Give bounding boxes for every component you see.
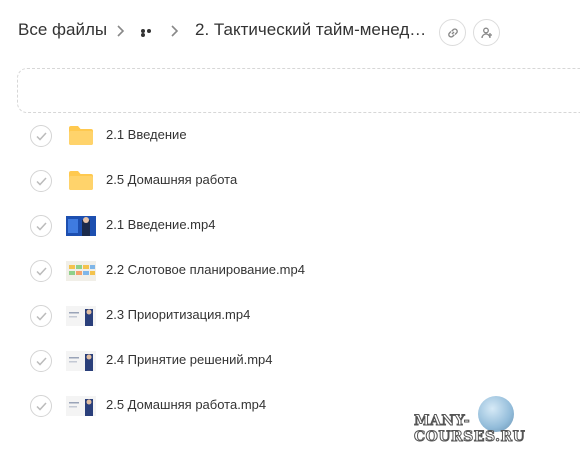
- check-icon: [36, 402, 47, 411]
- check-icon: [36, 222, 47, 231]
- breadcrumb-more-button[interactable]: [141, 29, 157, 37]
- check-icon: [36, 357, 47, 366]
- folder-icon: [69, 171, 93, 190]
- file-name: 2.2 Слотовое планирование.mp4: [106, 262, 305, 277]
- check-icon: [36, 177, 47, 186]
- share-users-icon: [480, 27, 492, 38]
- file-name: 2.1 Введение.mp4: [106, 217, 216, 232]
- select-checkbox[interactable]: [30, 350, 52, 372]
- breadcrumb-root[interactable]: Все файлы: [18, 20, 107, 40]
- share-users-button[interactable]: [473, 19, 500, 46]
- video-thumbnail: [66, 396, 96, 416]
- file-name: 2.4 Принятие решений.mp4: [106, 352, 273, 367]
- chevron-right-icon: [116, 24, 126, 38]
- list-item[interactable]: 2.3 Приоритизация.mp4: [0, 293, 580, 338]
- select-checkbox[interactable]: [30, 395, 52, 417]
- header: Все файлы 2. Тактический тайм-менедж...: [0, 0, 580, 62]
- copy-link-button[interactable]: [439, 19, 466, 46]
- select-checkbox[interactable]: [30, 305, 52, 327]
- watermark: MANY-COURSES.RU: [414, 413, 526, 446]
- select-checkbox[interactable]: [30, 215, 52, 237]
- link-icon: [447, 27, 458, 38]
- video-thumbnail: [66, 216, 96, 236]
- video-thumbnail: [66, 351, 96, 371]
- check-icon: [36, 132, 47, 141]
- file-name: 2.5 Домашняя работа.mp4: [106, 397, 267, 412]
- select-checkbox[interactable]: [30, 170, 52, 192]
- breadcrumb-current: 2. Тактический тайм-менедж...: [195, 20, 433, 39]
- check-icon: [36, 267, 47, 276]
- video-thumbnail: [66, 261, 96, 281]
- list-item[interactable]: 2.1 Введение.mp4: [0, 203, 580, 248]
- file-name: 2.3 Приоритизация.mp4: [106, 307, 251, 322]
- list-item[interactable]: 2.5 Домашняя работа: [0, 158, 580, 203]
- select-checkbox[interactable]: [30, 260, 52, 282]
- list-item[interactable]: 2.2 Слотовое планирование.mp4: [0, 248, 580, 293]
- select-checkbox[interactable]: [30, 125, 52, 147]
- check-icon: [36, 312, 47, 321]
- list-item[interactable]: 2.4 Принятие решений.mp4: [0, 338, 580, 383]
- file-name: 2.5 Домашняя работа: [106, 172, 238, 187]
- video-thumbnail: [66, 306, 96, 326]
- upload-dropzone[interactable]: [17, 68, 580, 113]
- chevron-right-icon: [170, 24, 180, 38]
- folder-icon: [69, 126, 93, 145]
- file-name: 2.1 Введение: [106, 127, 187, 142]
- list-item[interactable]: 2.1 Введение: [0, 113, 580, 158]
